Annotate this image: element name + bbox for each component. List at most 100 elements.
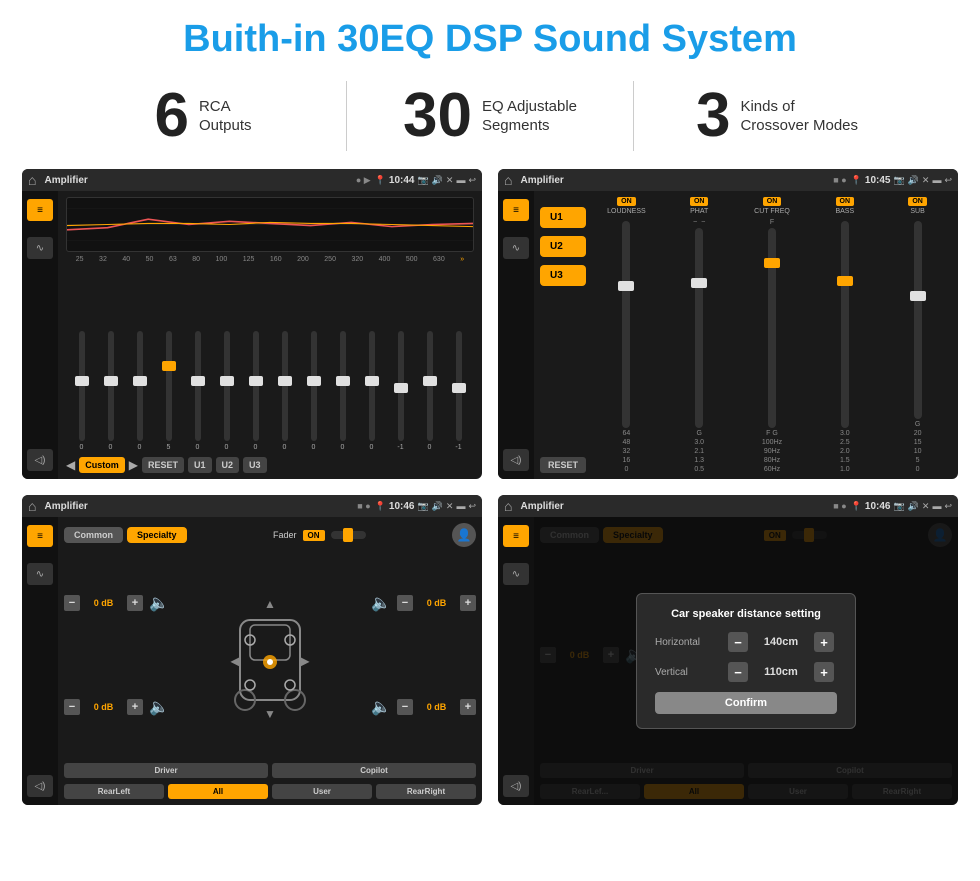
stat-number-eq: 30 [403, 85, 472, 147]
screen-crossover: ⌂ Amplifier ■ ● 📍 10:45 📷 🔊 ✕ ▬ ↩ ≡ ∿ ◁) [498, 169, 958, 479]
home-icon-3[interactable]: ⌂ [28, 498, 36, 514]
next-button[interactable]: ▶ [129, 458, 138, 472]
horizontal-minus[interactable]: − [728, 632, 748, 652]
wave-icon-btn-2[interactable]: ∿ [503, 237, 529, 259]
camera-icon: 📷 [417, 175, 428, 186]
close-icon-4: ✕ [922, 501, 930, 512]
back-icon[interactable]: ↩ [468, 175, 476, 186]
screen2-content: ≡ ∿ ◁) U1 U2 U3 RESET ON LOUDNESS [498, 191, 958, 479]
status-icons-3: 📍 10:46 📷 🔊 ✕ ▬ ↩ [375, 501, 476, 512]
loudness-on[interactable]: ON [617, 197, 636, 206]
reset-btn[interactable]: RESET [142, 457, 184, 473]
fader-tabs: Common Specialty [64, 527, 187, 543]
speaker-icon-btn[interactable]: ◁) [27, 449, 53, 471]
speaker-icon-btn-4[interactable]: ◁) [503, 775, 529, 797]
stat-crossover: 3 Kinds of Crossover Modes [634, 85, 920, 147]
db-minus-4[interactable]: − [397, 699, 413, 715]
u3-crossover-btn[interactable]: U3 [540, 265, 586, 286]
db-minus-2[interactable]: − [64, 699, 80, 715]
window-icon-3: ▬ [456, 501, 465, 511]
db-val-4: 0 dB [419, 702, 454, 712]
rearleft-btn[interactable]: RearLeft [64, 784, 164, 799]
speaker-icon-btn-2[interactable]: ◁) [503, 449, 529, 471]
camera-icon-3: 📷 [417, 501, 428, 512]
back-icon-4[interactable]: ↩ [944, 501, 952, 512]
db-minus-1[interactable]: − [64, 595, 80, 611]
db-minus-3[interactable]: − [397, 595, 413, 611]
home-icon-4[interactable]: ⌂ [504, 498, 512, 514]
prev-button[interactable]: ◀ [66, 458, 75, 472]
fader-slider[interactable] [331, 531, 366, 539]
db-plus-3[interactable]: + [460, 595, 476, 611]
left-icons-4: ≡ ∿ ◁) [498, 517, 534, 805]
status-time-4: 10:46 [865, 501, 891, 512]
db-plus-4[interactable]: + [460, 699, 476, 715]
speaker-bottom-btns: Driver Copilot [64, 763, 476, 778]
u2-crossover-btn[interactable]: U2 [540, 236, 586, 257]
tab-specialty[interactable]: Specialty [127, 527, 187, 543]
custom-btn[interactable]: Custom [79, 457, 125, 473]
driver-btn[interactable]: Driver [64, 763, 268, 778]
sub-on[interactable]: ON [908, 197, 927, 206]
eq-icon-btn-3[interactable]: ≡ [27, 525, 53, 547]
eq-icon-btn-2[interactable]: ≡ [503, 199, 529, 221]
rearright-btn[interactable]: RearRight [376, 784, 476, 799]
eq-slider-8: 0 [300, 331, 327, 451]
status-bar-1: ⌂ Amplifier ● ▶ 📍 10:44 📷 🔊 ✕ ▬ ↩ [22, 169, 482, 191]
right-db-controls: 🔈 − 0 dB + 🔈 − 0 dB + [371, 553, 476, 757]
page-title: Buith-in 30EQ DSP Sound System [0, 0, 980, 71]
crossover-controls: ON LOUDNESS 644832160 ON PHAT [592, 197, 952, 473]
eq-slider-2: 0 [126, 331, 153, 451]
wave-icon-btn-3[interactable]: ∿ [27, 563, 53, 585]
fader-on-badge[interactable]: ON [303, 530, 325, 541]
eq-icon-btn-4[interactable]: ≡ [503, 525, 529, 547]
u1-crossover-btn[interactable]: U1 [540, 207, 586, 228]
bass-on[interactable]: ON [836, 197, 855, 206]
volume-icon-2: 🔊 [908, 175, 919, 186]
confirm-button[interactable]: Confirm [655, 692, 837, 714]
horizontal-plus[interactable]: + [814, 632, 834, 652]
home-icon[interactable]: ⌂ [28, 172, 36, 188]
cutfreq-on[interactable]: ON [763, 197, 782, 206]
stat-text-crossover: Kinds of Crossover Modes [740, 97, 858, 136]
eq-icon-btn[interactable]: ≡ [27, 199, 53, 221]
close-icon-2: ✕ [922, 175, 930, 186]
all-btn[interactable]: All [168, 784, 268, 799]
volume-icon: 🔊 [432, 175, 443, 186]
ctrl-phat: ON PHAT ~~ G3.02.11.30.5 [665, 197, 734, 473]
screen3-content: ≡ ∿ ◁) Common Specialty Fader ON [22, 517, 482, 805]
wave-icon-btn[interactable]: ∿ [27, 237, 53, 259]
back-icon-3[interactable]: ↩ [468, 501, 476, 512]
user-btn[interactable]: User [272, 784, 372, 799]
db-plus-2[interactable]: + [127, 699, 143, 715]
eq-slider-4: 0 [184, 331, 211, 451]
vertical-minus[interactable]: − [728, 662, 748, 682]
user-icon[interactable]: 👤 [452, 523, 476, 547]
u1-btn[interactable]: U1 [188, 457, 212, 473]
stat-text-rca: RCA Outputs [199, 97, 252, 136]
copilot-btn[interactable]: Copilot [272, 763, 476, 778]
tab-common[interactable]: Common [64, 527, 123, 543]
eq-graph [66, 197, 474, 252]
speaker-icon-btn-3[interactable]: ◁) [27, 775, 53, 797]
reset-crossover-btn[interactable]: RESET [540, 457, 586, 473]
u2-btn[interactable]: U2 [216, 457, 240, 473]
home-icon-2[interactable]: ⌂ [504, 172, 512, 188]
db-plus-1[interactable]: + [127, 595, 143, 611]
camera-icon-4: 📷 [893, 501, 904, 512]
vertical-plus[interactable]: + [814, 662, 834, 682]
wave-icon-btn-4[interactable]: ∿ [503, 563, 529, 585]
eq-slider-3: 5 [155, 331, 182, 451]
screen4-title: Amplifier [520, 501, 829, 512]
eq-slider-1: 0 [97, 331, 124, 451]
back-icon-2[interactable]: ↩ [944, 175, 952, 186]
svg-text:▼: ▼ [264, 707, 276, 720]
db-val-1: 0 dB [86, 598, 121, 608]
u3-btn[interactable]: U3 [243, 457, 267, 473]
phat-on[interactable]: ON [690, 197, 709, 206]
screen1-content: ≡ ∿ ◁) 2532405063 [22, 191, 482, 479]
ctrl-bass: ON BASS 3.02.52.01.51.0 [810, 197, 879, 473]
location-icon-4: 📍 [851, 501, 862, 512]
eq-freq-labels: 2532405063 80100125160200 25032040050063… [66, 256, 474, 263]
phat-label: PHAT [690, 208, 708, 215]
